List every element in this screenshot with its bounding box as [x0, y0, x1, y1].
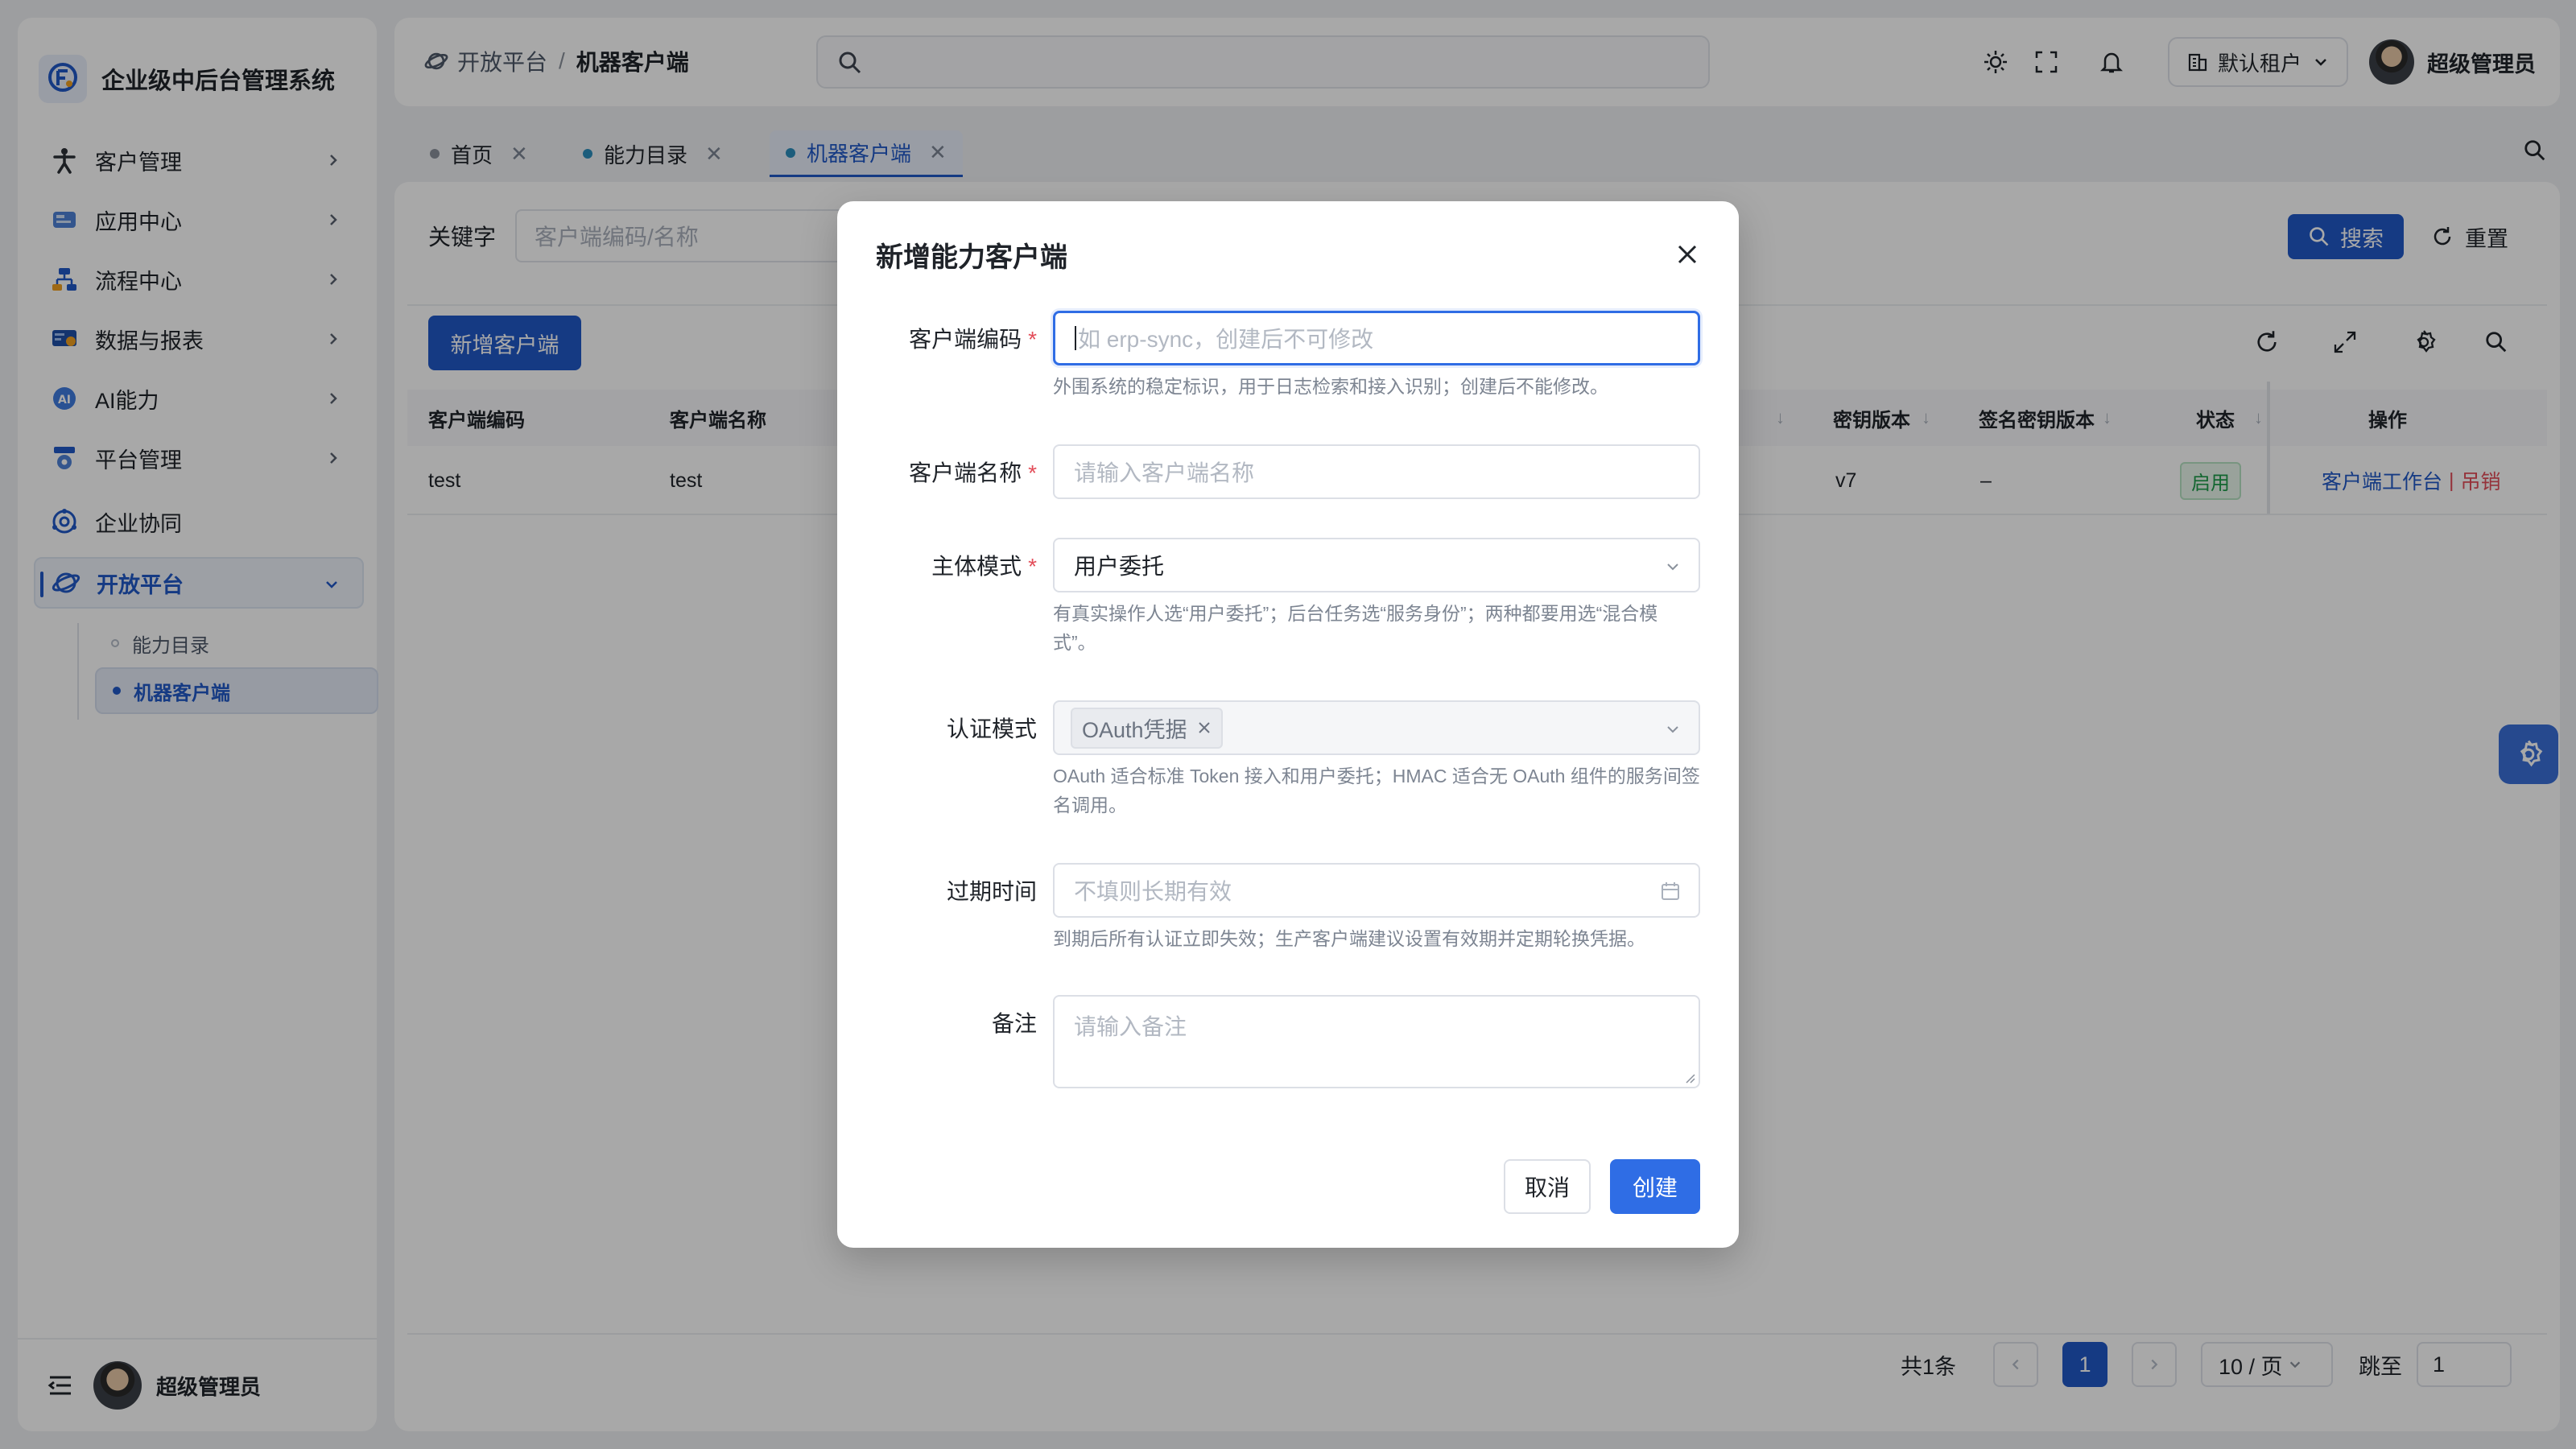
text-caret — [1075, 326, 1076, 350]
client-code-input[interactable]: 如 erp-sync，创建后不可修改 — [1053, 311, 1700, 365]
required-mark: * — [1028, 554, 1037, 579]
auth-mode-help: OAuth 适合标准 Token 接入和用户委托；HMAC 适合无 OAuth … — [1053, 766, 1700, 815]
subject-mode-label: 主体模式 * — [931, 549, 1037, 581]
chevron-down-icon — [1667, 726, 1678, 733]
client-code-label: 客户端编码 * — [909, 322, 1037, 354]
subject-mode-value: 用户委托 — [1074, 554, 1165, 579]
field-label-text: 过期时间 — [946, 879, 1037, 904]
client-name-input[interactable]: 请输入客户端名称 — [1053, 444, 1700, 499]
chevron-down-icon — [1667, 564, 1678, 571]
subject-mode-help: 有真实操作人选“用户委托”；后台任务选“服务身份”；两种都要用选“混合模式”。 — [1053, 603, 1658, 653]
create-client-dialog: 新增能力客户端 客户端编码 * 如 erp-sync，创建后不可修改 外围系统的稳… — [837, 201, 1739, 1248]
required-mark: * — [1028, 327, 1037, 352]
expire-time-label: 过期时间 — [947, 874, 1037, 906]
field-label-text: 主体模式 — [931, 554, 1022, 579]
expire-time-placeholder: 不填则长期有效 — [1074, 879, 1232, 904]
remark-textarea[interactable]: 请输入备注 — [1053, 995, 1700, 1088]
auth-mode-tag-label: OAuth凭据 — [1082, 717, 1187, 742]
field-label-text: 备注 — [991, 1011, 1037, 1036]
subject-mode-select[interactable]: 用户委托 — [1053, 538, 1700, 592]
auth-mode-label: 认证模式 — [947, 712, 1037, 744]
dialog-title: 新增能力客户端 — [876, 242, 1067, 273]
close-icon[interactable] — [1197, 720, 1212, 735]
close-icon[interactable] — [1673, 240, 1702, 269]
remark-label: 备注 — [992, 1006, 1037, 1038]
remark-placeholder: 请输入备注 — [1074, 1014, 1187, 1039]
client-name-label: 客户端名称 * — [909, 456, 1037, 488]
create-button[interactable]: 创建 — [1610, 1159, 1700, 1214]
client-code-help: 外围系统的稳定标识，用于日志检索和接入识别；创建后不能修改。 — [1053, 376, 1608, 397]
resize-handle-icon[interactable] — [1684, 1072, 1695, 1084]
field-label-text: 客户端编码 — [909, 327, 1022, 352]
auth-mode-select[interactable]: OAuth凭据 — [1053, 700, 1700, 755]
calendar-icon — [1662, 882, 1679, 900]
cancel-button[interactable]: 取消 — [1504, 1159, 1591, 1214]
field-label-text: 认证模式 — [946, 716, 1037, 741]
required-mark: * — [1028, 460, 1037, 485]
field-label-text: 客户端名称 — [909, 460, 1022, 485]
expire-time-help: 到期后所有认证立即失效；生产客户端建议设置有效期并定期轮换凭据。 — [1053, 928, 1645, 949]
client-code-placeholder: 如 erp-sync，创建后不可修改 — [1078, 327, 1374, 352]
expire-time-picker[interactable]: 不填则长期有效 — [1053, 863, 1700, 918]
auth-mode-tag: OAuth凭据 — [1071, 707, 1223, 749]
